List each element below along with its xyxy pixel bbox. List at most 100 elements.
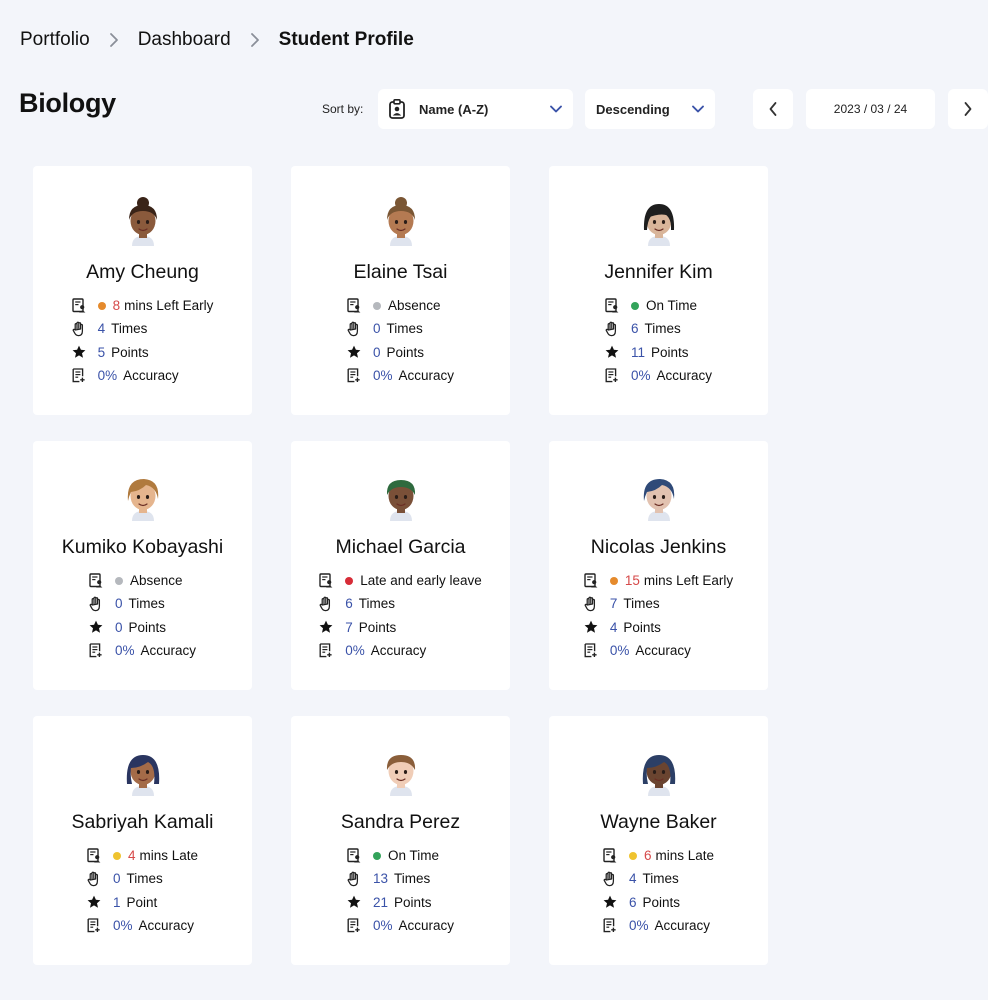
sort-field-value: Name (A-Z) xyxy=(419,101,489,117)
date-display[interactable]: 2023 / 03 / 24 xyxy=(806,89,935,129)
raised-hand-icon xyxy=(87,871,101,887)
student-name: Michael Garcia xyxy=(335,536,466,558)
accuracy-value: 0% xyxy=(345,643,365,659)
status-number: 15 xyxy=(624,573,640,589)
previous-date-button[interactable] xyxy=(753,89,793,129)
times-label: Times xyxy=(642,871,679,887)
status-text: On Time xyxy=(645,298,697,314)
student-stats: Absence 0 Times 0 Points 0% Accuracy xyxy=(291,294,510,387)
attendance-row: On Time xyxy=(347,844,454,867)
accuracy-label: Accuracy xyxy=(123,368,179,384)
accuracy-icon xyxy=(603,918,617,933)
status-number: 6 xyxy=(643,848,652,864)
raised-hand-icon xyxy=(347,871,361,887)
accuracy-value: 0% xyxy=(114,643,135,659)
points-row: 6 Points xyxy=(603,891,714,914)
student-stats: 8 mins Left Early 4 Times 5 Points 0% Ac… xyxy=(33,294,252,387)
times-value: 0 xyxy=(372,321,381,337)
star-icon xyxy=(89,620,103,635)
times-label: Times xyxy=(111,321,148,337)
chevron-down-icon xyxy=(549,102,563,116)
accuracy-row: 0% Accuracy xyxy=(347,364,454,387)
attendance-row: 6 mins Late xyxy=(603,844,714,867)
attendance-icon xyxy=(89,573,103,588)
points-row: 7 Points xyxy=(319,616,482,639)
student-card[interactable]: Jennifer Kim On Time 6 Times 11 Points 0… xyxy=(549,166,768,415)
status-dot xyxy=(97,301,106,310)
points-value: 4 xyxy=(609,619,618,635)
accuracy-icon xyxy=(605,368,619,383)
points-row: 11 Points xyxy=(605,341,712,364)
points-label: Point xyxy=(126,894,158,910)
attendance-row: 4 mins Late xyxy=(87,844,198,867)
avatar xyxy=(118,471,168,521)
student-card[interactable]: Kumiko Kobayashi Absence 0 Times 0 Point… xyxy=(33,441,252,690)
status-dot xyxy=(630,301,639,310)
attendance-icon xyxy=(347,848,361,863)
attendance-row: On Time xyxy=(605,294,712,317)
attendance-icon xyxy=(584,573,598,588)
student-card[interactable]: Amy Cheung 8 mins Left Early 4 Times 5 P… xyxy=(33,166,252,415)
student-stats: On Time 13 Times 21 Points 0% Accuracy xyxy=(291,844,510,937)
status-dot xyxy=(609,576,618,585)
student-card[interactable]: Sandra Perez On Time 13 Times 21 Points … xyxy=(291,716,510,965)
accuracy-label: Accuracy xyxy=(138,918,195,934)
times-value: 6 xyxy=(630,321,639,337)
star-icon xyxy=(347,345,361,360)
hand-raise-row: 0 Times xyxy=(89,592,196,615)
student-card[interactable]: Sabriyah Kamali 4 mins Late 0 Times 1 Po… xyxy=(33,716,252,965)
points-value: 11 xyxy=(630,344,645,360)
student-card[interactable]: Michael Garcia Late and early leave 6 Ti… xyxy=(291,441,510,690)
points-value: 0 xyxy=(372,344,381,360)
chevron-right-icon xyxy=(249,30,261,50)
avatar xyxy=(376,746,426,796)
student-card[interactable]: Wayne Baker 6 mins Late 4 Times 6 Points… xyxy=(549,716,768,965)
sort-order-select[interactable]: Descending xyxy=(585,89,715,129)
points-row: 0 Points xyxy=(89,616,196,639)
accuracy-row: 0% Accuracy xyxy=(584,639,733,662)
accuracy-label: Accuracy xyxy=(398,368,455,384)
points-value: 0 xyxy=(114,619,123,635)
raised-hand-icon xyxy=(603,871,617,887)
accuracy-value: 0% xyxy=(628,918,649,934)
sort-field-select[interactable]: Name (A-Z) xyxy=(378,89,573,129)
times-value: 4 xyxy=(97,321,106,337)
student-name: Sabriyah Kamali xyxy=(71,811,214,833)
hand-raise-row: 6 Times xyxy=(319,592,482,615)
attendance-row: Absence xyxy=(89,569,196,592)
times-label: Times xyxy=(394,871,431,887)
status-dot xyxy=(628,851,637,860)
hand-raise-row: 4 Times xyxy=(72,317,214,340)
accuracy-row: 0% Accuracy xyxy=(603,914,714,937)
attendance-icon xyxy=(87,848,101,863)
status-dot xyxy=(114,576,123,585)
accuracy-row: 0% Accuracy xyxy=(319,639,482,662)
points-label: Points xyxy=(623,619,661,635)
points-label: Points xyxy=(386,344,425,360)
avatar xyxy=(376,471,426,521)
accuracy-value: 0% xyxy=(372,368,393,384)
status-number: 8 xyxy=(112,298,121,314)
avatar xyxy=(118,196,168,246)
accuracy-icon xyxy=(319,643,333,658)
accuracy-row: 0% Accuracy xyxy=(347,914,454,937)
student-card[interactable]: Nicolas Jenkins 15 mins Left Early 7 Tim… xyxy=(549,441,768,690)
star-icon xyxy=(584,620,598,635)
student-card[interactable]: Elaine Tsai Absence 0 Times 0 Points 0% … xyxy=(291,166,510,415)
accuracy-icon xyxy=(347,918,361,933)
breadcrumb-dashboard[interactable]: Dashboard xyxy=(138,29,231,51)
accuracy-label: Accuracy xyxy=(370,643,427,659)
accuracy-value: 0% xyxy=(97,368,118,384)
next-date-button[interactable] xyxy=(948,89,988,129)
points-value: 1 xyxy=(112,894,121,910)
star-icon xyxy=(319,620,333,635)
breadcrumb-portfolio[interactable]: Portfolio xyxy=(20,29,90,51)
times-value: 13 xyxy=(372,871,388,887)
status-text: Absence xyxy=(129,573,183,589)
points-label: Points xyxy=(650,344,689,360)
hand-raise-row: 7 Times xyxy=(584,592,733,615)
accuracy-icon xyxy=(347,368,361,383)
star-icon xyxy=(603,895,617,910)
status-text: mins Left Early xyxy=(124,298,214,314)
accuracy-value: 0% xyxy=(609,643,630,659)
